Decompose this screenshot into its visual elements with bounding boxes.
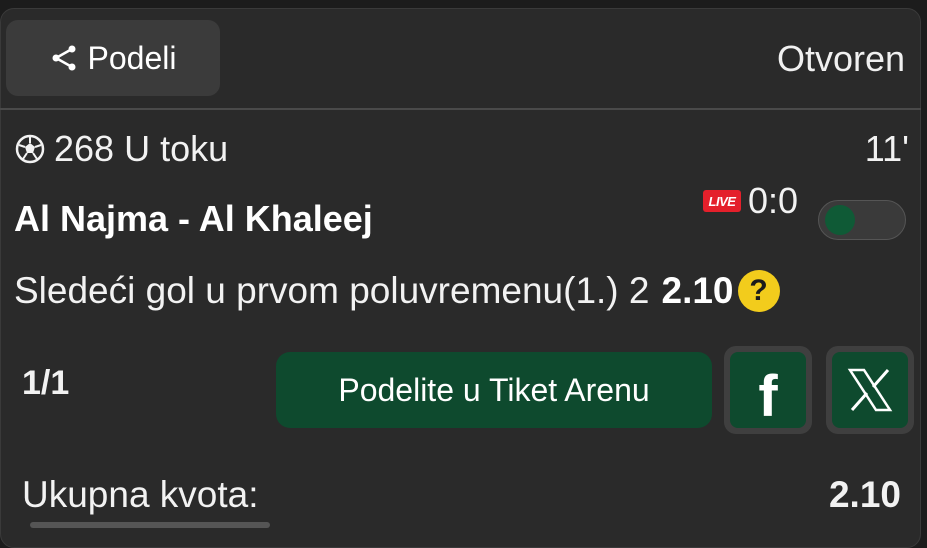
ticket-status: Otvoren <box>776 38 905 79</box>
share-label: Podeli <box>87 39 177 76</box>
x-logo-icon <box>847 368 893 412</box>
x-share-button[interactable] <box>826 346 914 434</box>
share-tiket-arena-button[interactable]: Podelite u Tiket Arenu <box>276 352 712 428</box>
live-badge: LIVE <box>703 190 741 212</box>
match-code-status: 268 U toku <box>54 128 229 169</box>
divider <box>0 108 921 110</box>
ticket-count: 1/1 <box>22 364 70 402</box>
match-minute: 11' <box>864 128 909 169</box>
help-icon[interactable]: ? <box>737 270 780 312</box>
bet-market: Sledeći gol u prvom poluvremenu(1.) 2 <box>14 270 650 311</box>
live-toggle[interactable] <box>818 200 906 240</box>
partial-next-row <box>30 522 270 528</box>
share-icon <box>52 45 76 71</box>
total-odds-label: Ukupna kvota: <box>22 474 259 515</box>
facebook-share-button[interactable]: f <box>724 346 812 434</box>
soccer-ball-icon <box>15 134 45 164</box>
match-score: 0:0 <box>748 180 799 221</box>
match-teams: Al Najma - Al Khaleej <box>14 198 373 239</box>
bet-odds: 2.10 <box>661 270 734 311</box>
match-info: 268 U toku <box>14 128 228 170</box>
share-button[interactable]: Podeli <box>6 20 220 96</box>
toggle-knob <box>825 205 855 235</box>
total-odds-value: 2.10 <box>828 474 901 515</box>
bet-selection: Sledeći gol u prvom poluvremenu(1.) 2 2.… <box>14 270 780 312</box>
facebook-icon: f <box>758 363 778 429</box>
